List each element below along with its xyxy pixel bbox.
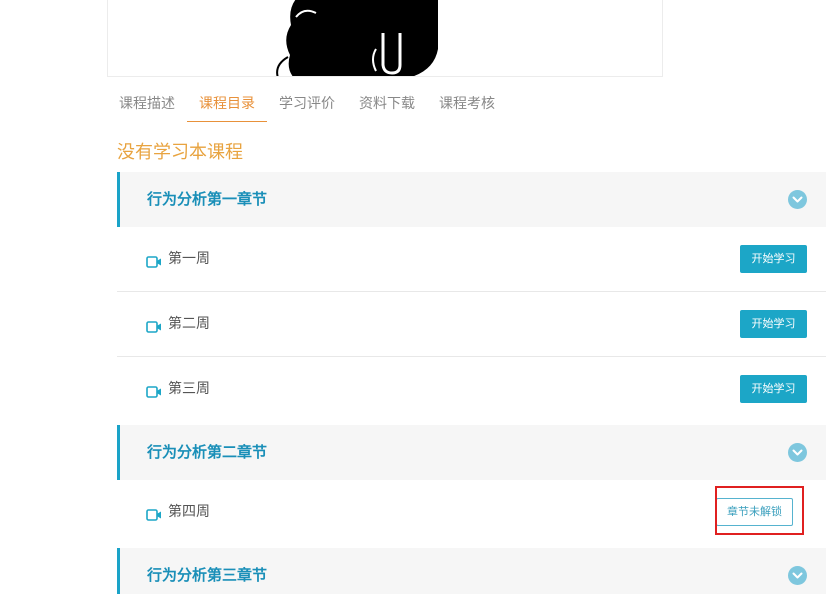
chevron-down-icon[interactable] <box>788 190 807 209</box>
chevron-down-icon[interactable] <box>788 566 807 585</box>
chapter-header[interactable]: 行为分析第三章节 <box>117 548 826 594</box>
lesson-label: 第二周 <box>168 316 210 332</box>
video-camera-icon <box>146 318 162 333</box>
chapter-header[interactable]: 行为分析第二章节 <box>117 425 826 480</box>
course-tabs: 课程描述 课程目录 学习评价 资料下载 课程考核 <box>107 86 507 124</box>
tab-course-assessment[interactable]: 课程考核 <box>427 86 507 122</box>
video-camera-icon <box>146 253 162 268</box>
enrollment-status-title: 没有学习本课程 <box>117 142 243 163</box>
tab-material-download[interactable]: 资料下载 <box>347 86 427 122</box>
course-page: 课程描述 课程目录 学习评价 资料下载 课程考核 没有学习本课程 行为分析第一章… <box>0 0 835 594</box>
lesson-item: 第二周 开始学习 <box>117 292 826 357</box>
chevron-down-icon[interactable] <box>788 443 807 462</box>
lesson-item: 第三周 开始学习 <box>117 357 826 422</box>
cartoon-illustration <box>276 0 438 76</box>
video-camera-icon <box>146 383 162 398</box>
start-learning-button[interactable]: 开始学习 <box>740 310 807 338</box>
tab-learning-evaluation[interactable]: 学习评价 <box>267 86 347 122</box>
lesson-label: 第三周 <box>168 381 210 397</box>
lesson-item: 第四周 章节未解锁 <box>117 480 826 545</box>
start-learning-button[interactable]: 开始学习 <box>740 375 807 403</box>
chapter-locked-button[interactable]: 章节未解锁 <box>716 498 793 526</box>
lesson-label: 第四周 <box>168 504 210 520</box>
start-learning-button[interactable]: 开始学习 <box>740 245 807 273</box>
chapter-title: 行为分析第二章节 <box>147 443 268 461</box>
chapter-title: 行为分析第一章节 <box>147 190 268 208</box>
lesson-label: 第一周 <box>168 251 210 267</box>
video-camera-icon <box>146 506 162 521</box>
lesson-item: 第一周 开始学习 <box>117 227 826 292</box>
chapter-list: 行为分析第一章节 第一周 开始学习 第二周 开始学习 第三周 开始学习 行为分析… <box>117 172 826 594</box>
course-cover-image <box>107 0 663 77</box>
tab-course-description[interactable]: 课程描述 <box>107 86 187 122</box>
chapter-header[interactable]: 行为分析第一章节 <box>117 172 826 227</box>
chapter-title: 行为分析第三章节 <box>147 566 268 584</box>
tab-course-catalog[interactable]: 课程目录 <box>187 86 267 122</box>
